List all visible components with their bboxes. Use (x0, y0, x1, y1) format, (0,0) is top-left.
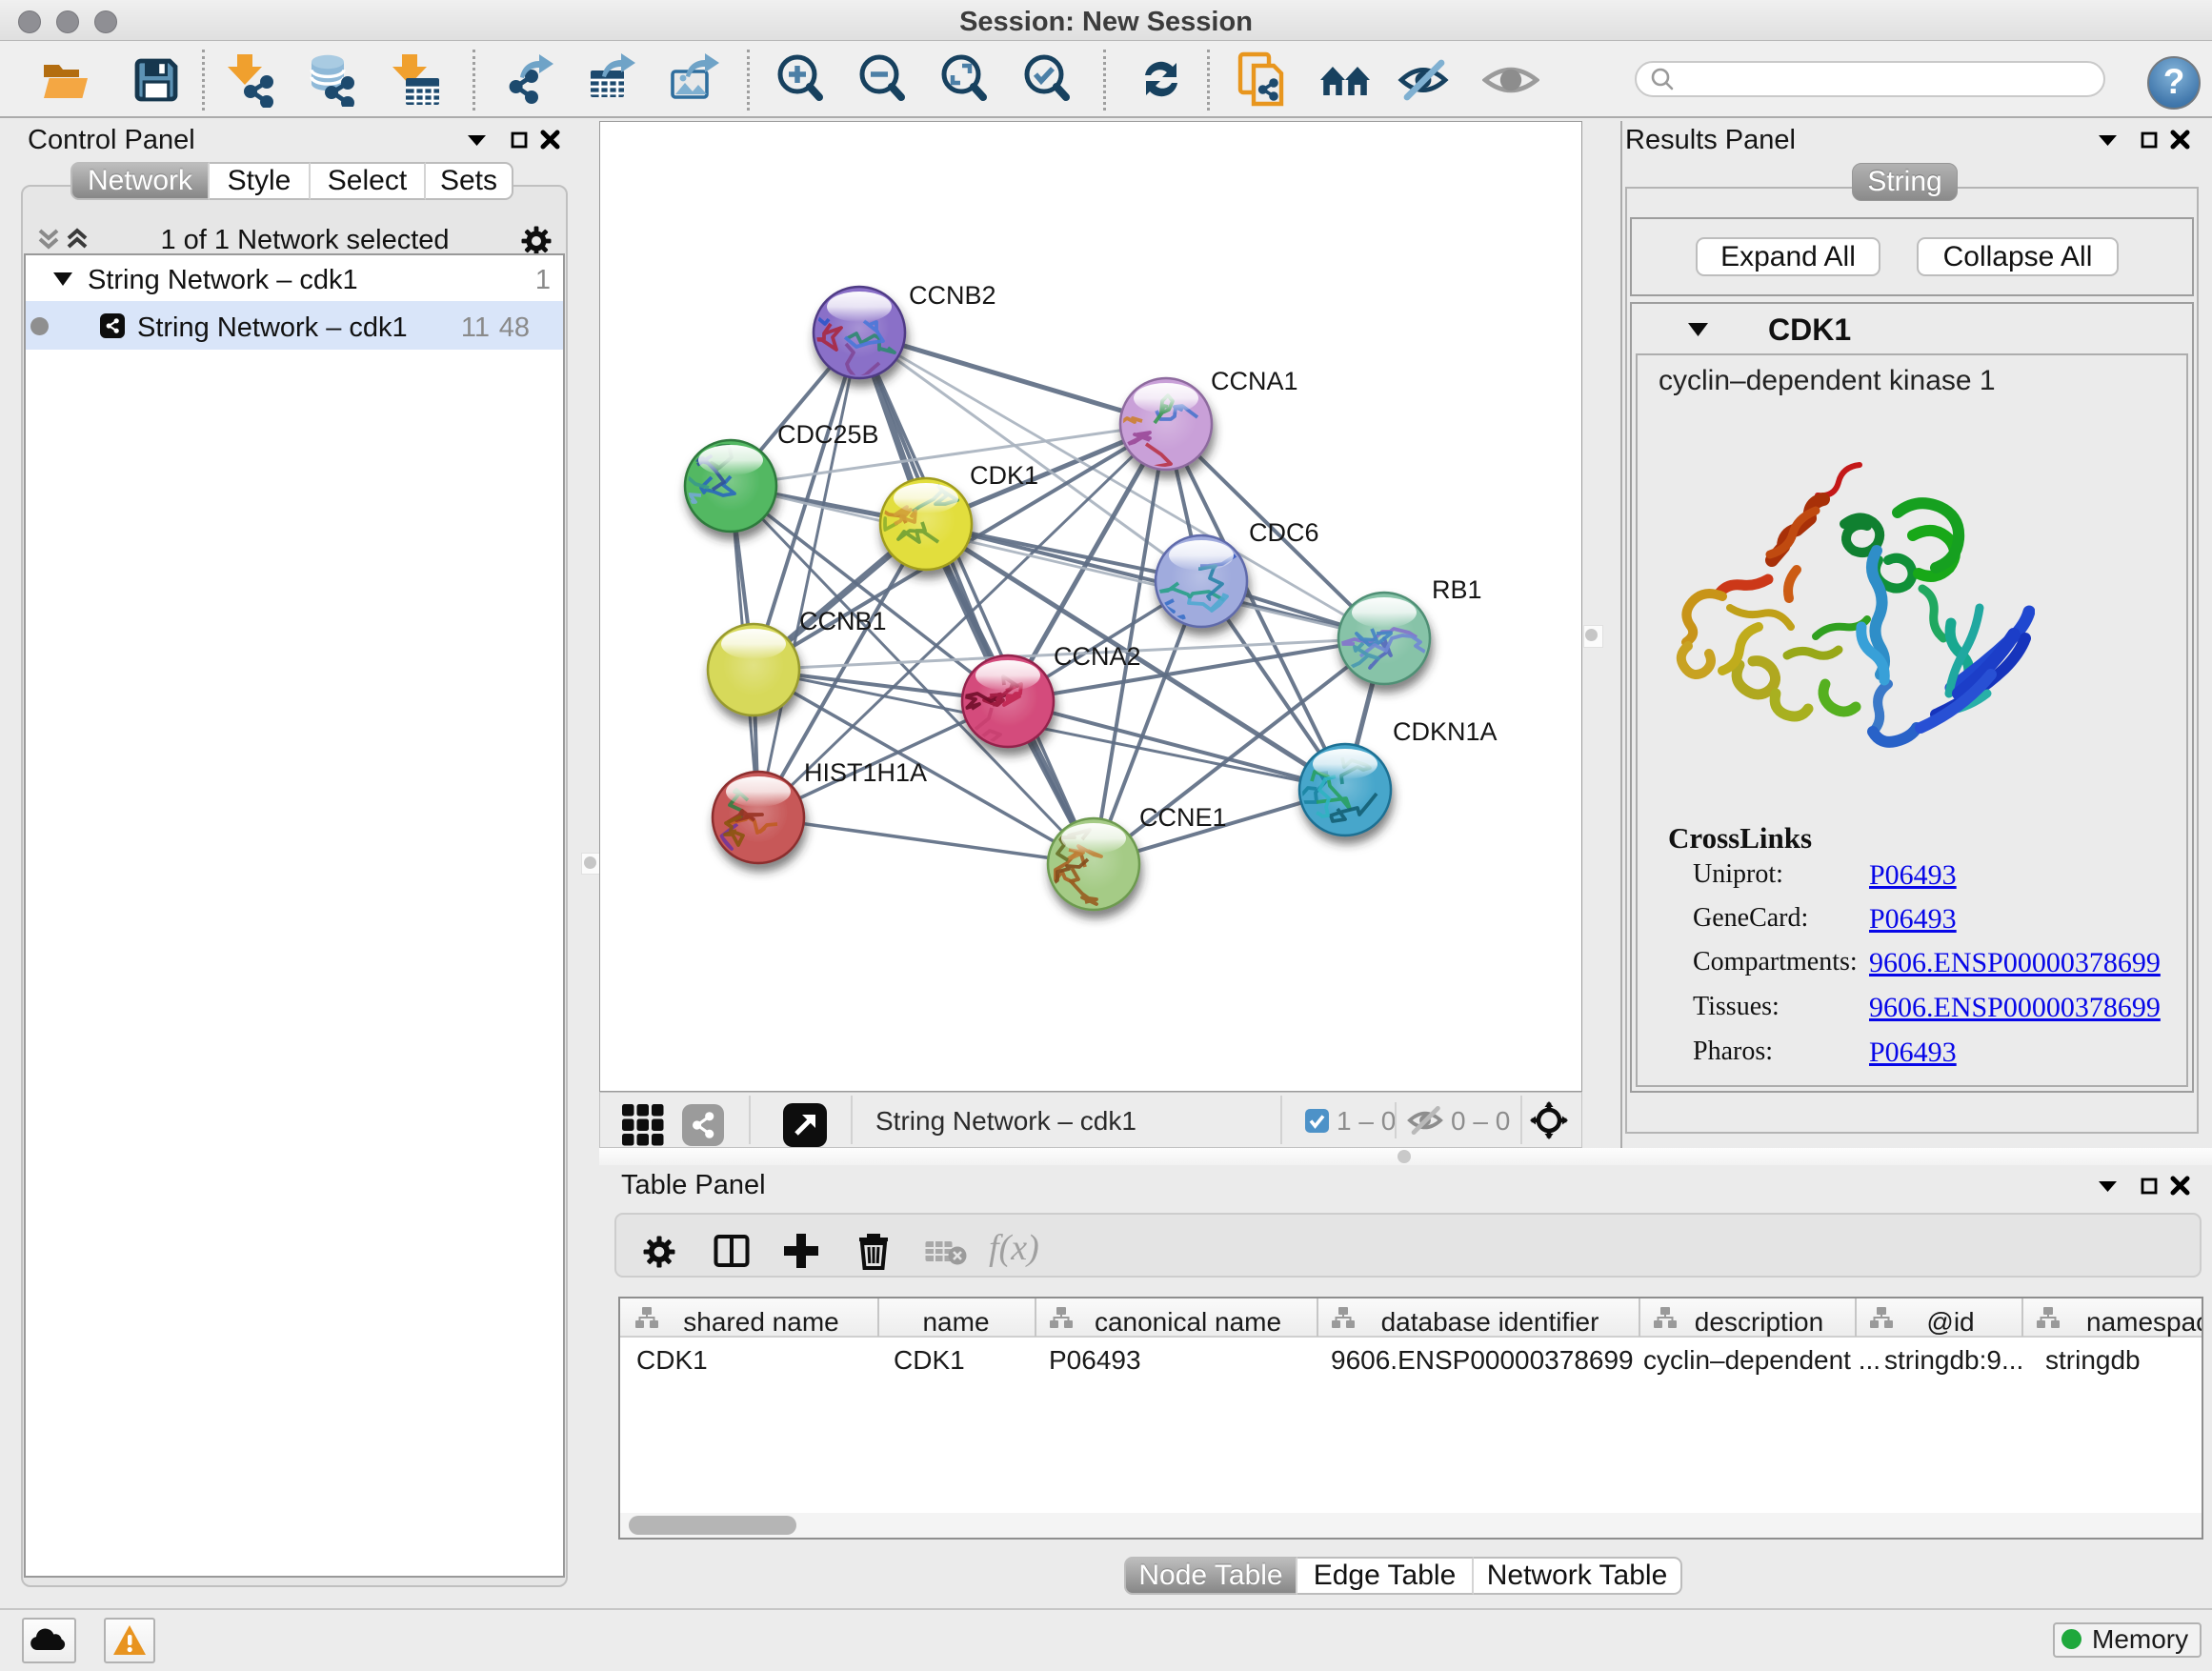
svg-text:CDK1: CDK1 (970, 461, 1038, 490)
svg-text:CDC6: CDC6 (1249, 518, 1319, 547)
svg-text:CDC25B: CDC25B (777, 420, 879, 449)
svg-text:CCNE1: CCNE1 (1139, 803, 1227, 832)
svg-text:CCNA1: CCNA1 (1211, 367, 1298, 395)
svg-text:HIST1H1A: HIST1H1A (804, 758, 927, 787)
svg-text:CCNB1: CCNB1 (799, 607, 887, 635)
svg-text:CCNA2: CCNA2 (1054, 642, 1141, 671)
svg-text:RB1: RB1 (1432, 575, 1482, 604)
svg-text:CCNB2: CCNB2 (909, 281, 996, 310)
svg-text:CDKN1A: CDKN1A (1393, 717, 1498, 746)
